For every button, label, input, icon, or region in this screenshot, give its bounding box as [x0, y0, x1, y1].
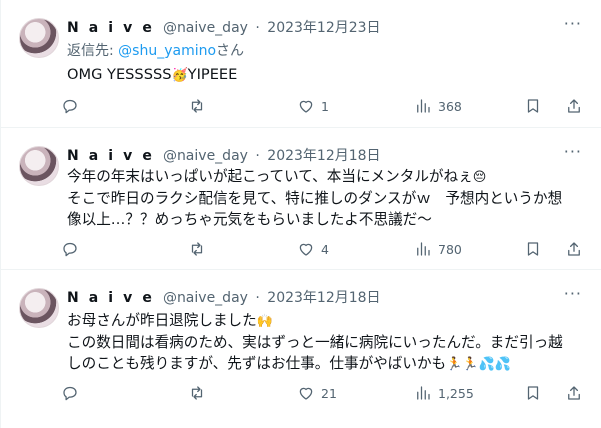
more-options-icon[interactable]: ··· [564, 14, 582, 33]
reply-prefix: 返信先: [67, 43, 119, 59]
tweet[interactable]: N a i v e @naive_day · 2023年12月23日 ··· 返… [1, 0, 601, 128]
like-count: 4 [321, 241, 329, 257]
reply-button[interactable] [61, 240, 79, 258]
tweet-header: N a i v e @naive_day · 2023年12月18日 [67, 287, 381, 307]
repost-icon [191, 99, 203, 113]
repost-icon [191, 386, 203, 400]
tweet-actions: 21 1,255 [61, 384, 591, 406]
party-face-icon: 🥳 [171, 68, 188, 83]
like-button[interactable]: 21 [297, 384, 337, 402]
bookmark-button[interactable] [524, 384, 542, 402]
author-handle[interactable]: @naive_day [163, 290, 248, 306]
share-button[interactable] [565, 97, 583, 115]
tweet-header: N a i v e @naive_day · 2023年12月18日 [67, 145, 381, 165]
tweet-text-line: お母さんが昨日退院しました [67, 312, 257, 329]
bookmark-icon [527, 242, 539, 256]
like-button[interactable]: 1 [297, 97, 329, 115]
tweet-text-line: そこで昨日のラクシ配信を見て、特に推しのダンスがｗ 予想内というか想 [67, 190, 563, 207]
running-sweat-icon: 🏃🏃💦💦 [446, 357, 511, 372]
reply-icon [63, 242, 77, 257]
tweet-date[interactable]: 2023年12月23日 [267, 20, 380, 36]
author-name[interactable]: N a i v e [67, 20, 154, 36]
views-button[interactable]: 1,255 [414, 384, 474, 402]
heart-icon [299, 243, 313, 256]
avatar[interactable] [19, 146, 59, 186]
timeline: N a i v e @naive_day · 2023年12月23日 ··· 返… [0, 0, 601, 428]
tweet-date[interactable]: 2023年12月18日 [267, 290, 380, 306]
repost-button[interactable] [188, 97, 206, 115]
share-button[interactable] [565, 384, 583, 402]
author-name[interactable]: N a i v e [67, 148, 154, 164]
reply-icon [63, 386, 77, 401]
tweet-text: OMG YESSSSS🥳YIPEEE [67, 64, 587, 86]
like-button[interactable]: 4 [297, 240, 329, 258]
views-button[interactable]: 780 [414, 240, 462, 258]
like-count: 1 [321, 98, 329, 114]
share-icon [568, 99, 580, 113]
view-count: 368 [438, 98, 462, 114]
separator-dot: · [255, 20, 260, 36]
separator-dot: · [255, 148, 260, 164]
more-options-icon[interactable]: ··· [564, 284, 582, 303]
share-icon [568, 242, 580, 256]
tweet-text-line: この数日間は看病のため、実はずっと一緒に病院にいったんだ。まだ引っ越 [67, 334, 563, 351]
tweet-header: N a i v e @naive_day · 2023年12月23日 [67, 17, 381, 37]
heart-icon [299, 387, 313, 400]
more-options-icon[interactable]: ··· [564, 142, 582, 161]
reply-button[interactable] [61, 384, 79, 402]
reply-suffix: さん [216, 43, 245, 59]
bookmark-icon [527, 99, 539, 113]
tweet[interactable]: N a i v e @naive_day · 2023年12月18日 ··· お… [1, 270, 601, 428]
bookmark-icon [527, 386, 539, 400]
bar-chart-icon [417, 242, 430, 256]
bar-chart-icon [417, 386, 430, 400]
repost-icon [191, 242, 203, 256]
author-name[interactable]: N a i v e [67, 290, 154, 306]
heart-icon [299, 100, 313, 113]
tweet-text-line: しのことも残りますが、先ずはお仕事。仕事がやばいかも [67, 355, 447, 372]
tweet-actions: 1 368 [61, 97, 591, 119]
share-button[interactable] [565, 240, 583, 258]
share-icon [568, 386, 580, 400]
separator-dot: · [255, 290, 260, 306]
bookmark-button[interactable] [524, 97, 542, 115]
tweet-actions: 4 780 [61, 240, 591, 262]
raised-hands-icon: 🙌 [256, 314, 273, 329]
pensive-face-icon: 😔 [472, 170, 487, 185]
reply-button[interactable] [61, 97, 79, 115]
reply-handle-link[interactable]: @shu_yamino [118, 43, 216, 59]
tweet[interactable]: N a i v e @naive_day · 2023年12月18日 ··· 今… [1, 128, 601, 270]
bar-chart-icon [417, 99, 430, 113]
author-handle[interactable]: @naive_day [163, 148, 248, 164]
tweet-text: 今年の年末はいっぱいが起こっていて、本当にメンタルがねぇ😔 そこで昨日のラクシ配… [67, 166, 587, 230]
repost-button[interactable] [188, 384, 206, 402]
repost-button[interactable] [188, 240, 206, 258]
tweet-text-part: OMG YESSSSS [67, 66, 172, 83]
view-count: 1,255 [438, 385, 474, 401]
reply-to-line: 返信先: @shu_yaminoさん [67, 40, 244, 60]
reply-icon [63, 99, 77, 114]
tweet-date[interactable]: 2023年12月18日 [267, 148, 380, 164]
tweet-text-part: YIPEEE [187, 66, 238, 83]
views-button[interactable]: 368 [414, 97, 462, 115]
tweet-text: お母さんが昨日退院しました🙌 この数日間は看病のため、実はずっと一緒に病院にいっ… [67, 310, 587, 375]
avatar[interactable] [19, 18, 59, 58]
author-handle[interactable]: @naive_day [163, 20, 248, 36]
avatar[interactable] [19, 288, 59, 328]
tweet-text-line: 今年の年末はいっぱいが起こっていて、本当にメンタルがねぇ [67, 168, 473, 185]
tweet-text-line: 像以上…？？めっちゃ元気をもらいましたよ不思議だ〜 [67, 211, 432, 228]
bookmark-button[interactable] [524, 240, 542, 258]
like-count: 21 [321, 385, 337, 401]
view-count: 780 [438, 241, 462, 257]
